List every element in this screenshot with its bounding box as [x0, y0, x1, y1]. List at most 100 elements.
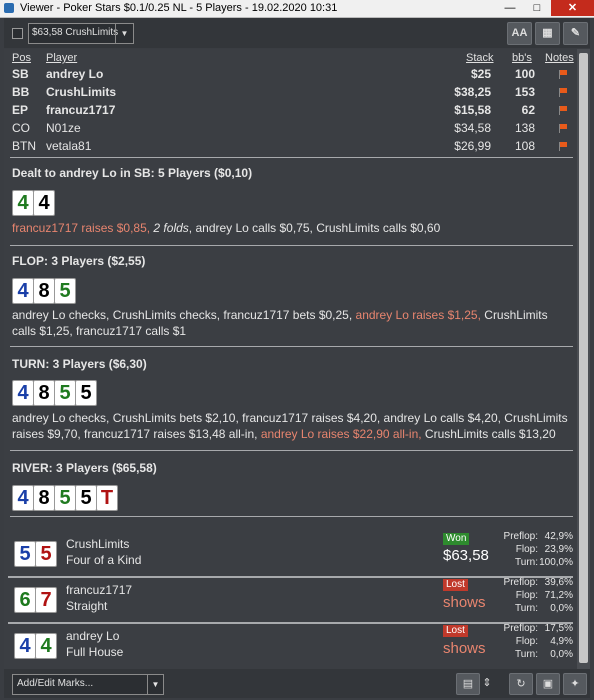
- header-notes[interactable]: Notes: [545, 52, 574, 64]
- action-text: , andrey Lo calls $0,75, CrushLimits cal…: [188, 221, 441, 235]
- divider: [10, 245, 573, 246]
- maximize-button[interactable]: □: [524, 0, 550, 16]
- player-select[interactable]: $63,58 CrushLimits ▼: [28, 23, 134, 44]
- stepper-button[interactable]: ⇕: [480, 673, 494, 693]
- scrollbar-thumb[interactable]: [579, 53, 588, 663]
- twitter-icon: ✦: [570, 678, 580, 690]
- chevron-down-icon: ▼: [115, 24, 133, 43]
- player-name: francuz1717: [46, 103, 116, 117]
- result-hand: Straight: [66, 599, 108, 613]
- select-checkbox[interactable]: [12, 28, 23, 39]
- player-stack: $25: [470, 67, 491, 81]
- save-icon: ▣: [542, 678, 554, 690]
- player-name: andrey Lo: [46, 67, 104, 81]
- close-button[interactable]: ✕: [551, 0, 594, 16]
- minimize-button[interactable]: —: [497, 0, 523, 16]
- save-button[interactable]: ▣: [536, 673, 560, 695]
- player-pos: BB: [12, 85, 30, 99]
- header-player[interactable]: Player: [46, 52, 77, 64]
- result-hand: Four of a Kind: [66, 553, 142, 567]
- marks-select-value: Add/Edit Marks...: [17, 678, 94, 689]
- window-title: Viewer - Poker Stars $0.1/0.25 NL - 5 Pl…: [20, 2, 338, 14]
- preflop-actions: francuz1717 raises $0,85, 2 folds, andre…: [12, 220, 568, 236]
- player-name: CrushLimits: [46, 85, 117, 99]
- player-stack: $15,58: [454, 103, 491, 117]
- player-row[interactable]: CO N01ze $34,58 138: [4, 120, 577, 137]
- river-title: RIVER: 3 Players ($65,58): [12, 461, 157, 475]
- divider: [10, 157, 573, 158]
- equity-stat: Turn: 100,0%: [488, 557, 573, 569]
- equity-label: Flop:: [515, 590, 538, 601]
- playing-card: 5: [54, 278, 76, 304]
- twitter-button[interactable]: ✦: [563, 673, 587, 695]
- equity-value: 71,2%: [544, 590, 573, 601]
- equity-stat: Preflop: 17,5%: [488, 623, 573, 635]
- action-text: andrey Lo checks, CrushLimits checks, fr…: [12, 308, 356, 322]
- flag-icon[interactable]: [559, 88, 568, 97]
- grid-button[interactable]: ▦: [535, 22, 560, 45]
- player-bbs: 62: [521, 103, 535, 117]
- status-badge: Lost: [443, 625, 468, 637]
- header-pos[interactable]: Pos: [12, 52, 31, 64]
- font-size-button[interactable]: AA: [507, 22, 532, 45]
- flag-icon[interactable]: [559, 142, 568, 151]
- header-bbs[interactable]: bb's: [512, 52, 532, 64]
- status-badge: Lost: [443, 579, 468, 591]
- equity-label: Preflop:: [503, 623, 538, 634]
- playing-card: 8: [33, 278, 55, 304]
- playing-card: 4: [12, 380, 34, 406]
- equity-label: Preflop:: [503, 531, 538, 542]
- playing-card: 4: [33, 190, 55, 216]
- flag-icon[interactable]: [559, 70, 568, 79]
- action-highlight: francuz1717 raises $0,85,: [12, 221, 151, 235]
- player-bbs: 153: [514, 85, 535, 99]
- title-bar: Viewer - Poker Stars $0.1/0.25 NL - 5 Pl…: [0, 0, 594, 18]
- player-row[interactable]: EP francuz1717 $15,58 62: [4, 102, 577, 119]
- equity-value: 0,0%: [550, 603, 573, 614]
- equity-stat: Flop: 71,2%: [488, 590, 573, 602]
- player-row[interactable]: BTN vetala81 $26,99 108: [4, 138, 577, 155]
- playing-card: 4: [12, 190, 34, 216]
- equity-value: 23,9%: [544, 544, 573, 555]
- scrollbar[interactable]: [577, 49, 590, 669]
- player-row[interactable]: SB andrey Lo $25 100: [4, 66, 577, 83]
- won-amount: $63,58: [443, 547, 489, 564]
- playing-card: 4: [14, 633, 36, 659]
- font-size-icon: AA: [511, 27, 528, 39]
- result-row: 5 5 CrushLimits Four of a Kind Won $63,58 Pref…: [8, 531, 577, 576]
- pencil-icon: ✎: [570, 27, 581, 39]
- playing-card: 5: [14, 541, 36, 567]
- player-name: N01ze: [46, 121, 81, 135]
- equity-stat: Turn: 0,0%: [488, 603, 573, 615]
- playing-card: T: [96, 485, 118, 511]
- playing-card: 5: [75, 380, 97, 406]
- equity-stat: Preflop: 42,9%: [488, 531, 573, 543]
- flop-title: FLOP: 3 Players ($2,55): [12, 254, 146, 268]
- turn-title: TURN: 3 Players ($6,30): [12, 357, 147, 371]
- flag-icon[interactable]: [559, 124, 568, 133]
- divider: [10, 450, 573, 451]
- edit-button[interactable]: ✎: [563, 22, 588, 45]
- equity-label: Preflop:: [503, 577, 538, 588]
- marks-select[interactable]: Add/Edit Marks... ▼: [12, 674, 164, 695]
- app-icon: [4, 3, 14, 13]
- flag-icon[interactable]: [559, 106, 568, 115]
- equity-stat: Turn: 0,0%: [488, 649, 573, 661]
- player-row[interactable]: BB CrushLimits $38,25 153: [4, 84, 577, 101]
- player-pos: BTN: [12, 139, 36, 153]
- equity-value: 17,5%: [544, 623, 573, 634]
- flop-actions: andrey Lo checks, CrushLimits checks, fr…: [12, 307, 568, 339]
- action-folds: 2 folds: [150, 221, 189, 235]
- refresh-icon: ↻: [516, 678, 526, 690]
- calendar-button[interactable]: ▤: [456, 673, 480, 695]
- refresh-button[interactable]: ↻: [509, 673, 533, 695]
- shows-label: shows: [443, 594, 486, 611]
- player-bbs: 100: [514, 67, 535, 81]
- playing-card: 5: [75, 485, 97, 511]
- header-stack[interactable]: Stack: [466, 52, 494, 64]
- result-player: andrey Lo: [66, 629, 120, 643]
- equity-label: Flop:: [515, 636, 538, 647]
- hand-history-panel: Pos Player Stack bb's Notes SB andrey Lo $…: [4, 49, 577, 669]
- equity-stat: Flop: 23,9%: [488, 544, 573, 556]
- player-bbs: 138: [514, 121, 535, 135]
